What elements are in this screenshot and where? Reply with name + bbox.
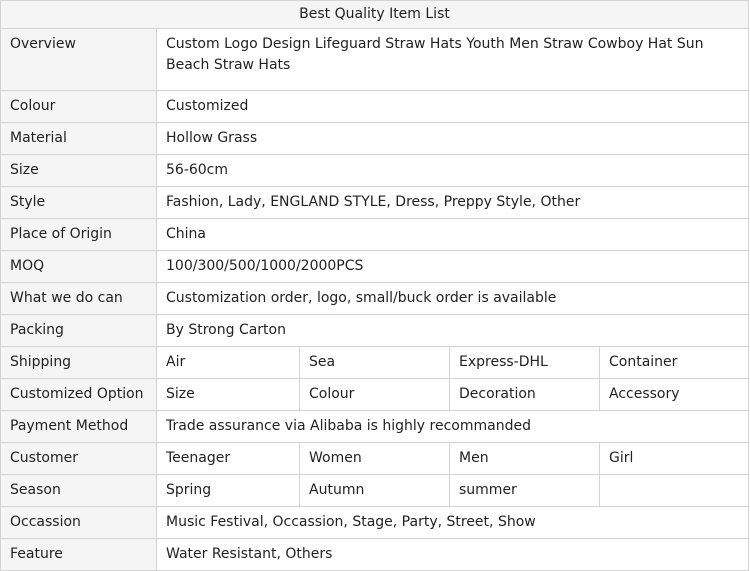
row-label: Customized Option: [0, 378, 157, 411]
row-label: Material: [0, 122, 157, 155]
row-label: Season: [0, 474, 157, 507]
row-value: Trade assurance via Alibaba is highly re…: [156, 410, 749, 443]
table-row-service: What we do can Customization order, logo…: [0, 282, 749, 315]
row-label: Customer: [0, 442, 157, 475]
row-cell: Container: [599, 346, 749, 379]
row-value: 56-60cm: [156, 154, 749, 187]
table-row-size: Size 56-60cm: [0, 154, 749, 187]
row-cell: Teenager: [156, 442, 300, 475]
table-row-overview: Overview Custom Logo Design Lifeguard St…: [0, 28, 749, 91]
row-cell: Sea: [299, 346, 450, 379]
row-label: Feature: [0, 538, 157, 571]
table-row-occasion: Occassion Music Festival, Occassion, Sta…: [0, 506, 749, 539]
table-row-origin: Place of Origin China: [0, 218, 749, 251]
table-title: Best Quality Item List: [0, 0, 749, 29]
row-value: Music Festival, Occassion, Stage, Party,…: [156, 506, 749, 539]
table-row-packing: Packing By Strong Carton: [0, 314, 749, 347]
row-cell: [599, 474, 749, 507]
table-row-moq: MOQ 100/300/500/1000/2000PCS: [0, 250, 749, 283]
table-row-style: Style Fashion, Lady, ENGLAND STYLE, Dres…: [0, 186, 749, 219]
row-label: Overview: [0, 28, 157, 91]
row-cell: Air: [156, 346, 300, 379]
row-cell: Express-DHL: [449, 346, 600, 379]
row-value: Water Resistant, Others: [156, 538, 749, 571]
row-label: Shipping: [0, 346, 157, 379]
row-value: China: [156, 218, 749, 251]
row-label: Packing: [0, 314, 157, 347]
row-cell: Accessory: [599, 378, 749, 411]
row-cell: Size: [156, 378, 300, 411]
row-label: Payment Method: [0, 410, 157, 443]
table-row-customer: Customer Teenager Women Men Girl: [0, 442, 749, 475]
row-cell: Girl: [599, 442, 749, 475]
row-value: Hollow Grass: [156, 122, 749, 155]
table-row-customized-option: Customized Option Size Colour Decoration…: [0, 378, 749, 411]
row-label: Style: [0, 186, 157, 219]
row-label: Colour: [0, 90, 157, 123]
row-cell: Colour: [299, 378, 450, 411]
table-title-row: Best Quality Item List: [0, 0, 749, 29]
table-row-material: Material Hollow Grass: [0, 122, 749, 155]
row-cell: Women: [299, 442, 450, 475]
row-cell: Men: [449, 442, 600, 475]
row-label: MOQ: [0, 250, 157, 283]
product-spec-table: Best Quality Item List Overview Custom L…: [0, 0, 749, 571]
row-value: Fashion, Lady, ENGLAND STYLE, Dress, Pre…: [156, 186, 749, 219]
row-label: What we do can: [0, 282, 157, 315]
row-cell: Decoration: [449, 378, 600, 411]
row-cell: Autumn: [299, 474, 450, 507]
table-row-feature: Feature Water Resistant, Others: [0, 538, 749, 571]
table-row-season: Season Spring Autumn summer: [0, 474, 749, 507]
row-value: Custom Logo Design Lifeguard Straw Hats …: [156, 28, 749, 91]
row-cell: summer: [449, 474, 600, 507]
table-row-colour: Colour Customized: [0, 90, 749, 123]
row-label: Occassion: [0, 506, 157, 539]
row-label: Place of Origin: [0, 218, 157, 251]
row-value: 100/300/500/1000/2000PCS: [156, 250, 749, 283]
row-value: Customized: [156, 90, 749, 123]
table-row-payment: Payment Method Trade assurance via Aliba…: [0, 410, 749, 443]
row-value: Customization order, logo, small/buck or…: [156, 282, 749, 315]
row-label: Size: [0, 154, 157, 187]
row-cell: Spring: [156, 474, 300, 507]
table-row-shipping: Shipping Air Sea Express-DHL Container: [0, 346, 749, 379]
row-value: By Strong Carton: [156, 314, 749, 347]
